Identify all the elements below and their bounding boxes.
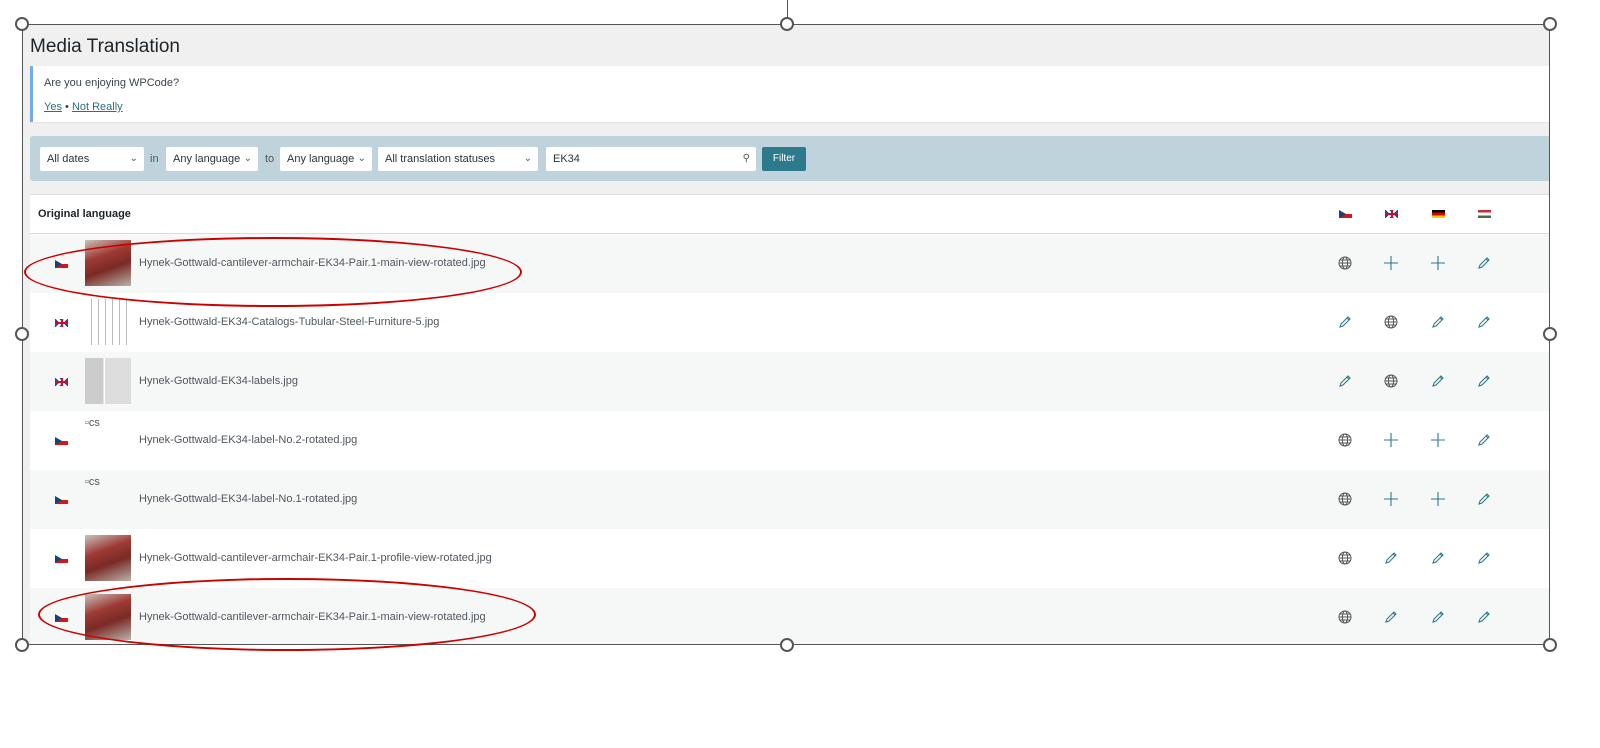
file-name[interactable]: Hynek-Gottwald-EK34-Catalogs-Tubular-Ste…: [139, 316, 439, 328]
in-label: in: [150, 153, 159, 165]
separator: •: [65, 101, 69, 113]
table-row: ▫cs Hynek-Gottwald-EK34-label-No.2-rotate…: [30, 411, 1550, 470]
flag-hu-icon: [1478, 210, 1491, 218]
edit-translation-icon[interactable]: [1477, 492, 1491, 506]
edit-translation-icon[interactable]: [1477, 610, 1491, 624]
chevron-down-icon: ⌄: [357, 153, 366, 164]
globe-icon[interactable]: [1338, 610, 1352, 624]
original-language-flag-gb-icon: [55, 378, 68, 386]
table-header: Original language: [30, 195, 1550, 234]
image-alt-text: cs: [88, 417, 100, 429]
annotation-ellipse: [24, 237, 522, 307]
from-language-value: Any language: [173, 153, 241, 165]
file-name[interactable]: Hynek-Gottwald-cantilever-armchair-EK34-…: [139, 552, 492, 564]
feedback-notice: Are you enjoying WPCode? Yes • Not Reall…: [30, 66, 1550, 122]
to-language-value: Any language: [287, 153, 355, 165]
to-language-select[interactable]: Any language ⌄: [280, 147, 372, 171]
dates-value: All dates: [47, 153, 90, 165]
flag-gb-icon: [1385, 210, 1398, 218]
flag-de-icon: [1432, 210, 1445, 218]
edit-translation-icon[interactable]: [1338, 315, 1352, 329]
chevron-down-icon: ⌄: [523, 153, 532, 164]
notice-question: Are you enjoying WPCode?: [44, 77, 180, 89]
file-name[interactable]: Hynek-Gottwald-EK34-labels.jpg: [139, 375, 298, 387]
resize-handle[interactable]: [15, 327, 29, 341]
add-translation-icon[interactable]: [1431, 433, 1445, 447]
edit-translation-icon[interactable]: [1384, 551, 1398, 565]
add-translation-icon[interactable]: [1431, 256, 1445, 270]
annotation-ellipse: [38, 578, 536, 651]
original-language-flag-cz-icon: [55, 555, 68, 563]
thumbnail-catalog[interactable]: [85, 299, 131, 345]
thumbnail-chair[interactable]: [85, 535, 131, 581]
edit-translation-icon[interactable]: [1477, 374, 1491, 388]
flag-cz-icon: [1339, 210, 1352, 218]
original-language-header: Original language: [38, 208, 131, 220]
resize-handle[interactable]: [1543, 17, 1557, 31]
not-really-link[interactable]: Not Really: [72, 101, 123, 113]
dates-select[interactable]: All dates ⌄: [40, 147, 144, 171]
globe-icon[interactable]: [1338, 433, 1352, 447]
from-language-select[interactable]: Any language ⌄: [166, 147, 258, 171]
filter-button[interactable]: Filter: [762, 147, 806, 171]
search-icon: ⚲: [742, 153, 750, 164]
edit-translation-icon[interactable]: [1431, 374, 1445, 388]
add-translation-icon[interactable]: [1384, 492, 1398, 506]
broken-image-icon[interactable]: ▫cs: [85, 417, 100, 429]
globe-icon[interactable]: [1338, 492, 1352, 506]
to-label: to: [265, 153, 275, 165]
table-row: ▫cs Hynek-Gottwald-EK34-label-No.1-rotate…: [30, 470, 1550, 529]
edit-translation-icon[interactable]: [1477, 315, 1491, 329]
edit-translation-icon[interactable]: [1431, 551, 1445, 565]
image-alt-text: cs: [88, 476, 100, 488]
add-translation-icon[interactable]: [1384, 433, 1398, 447]
globe-icon[interactable]: [1338, 551, 1352, 565]
original-language-flag-cz-icon: [55, 437, 68, 445]
search-input[interactable]: EK34 ⚲: [546, 147, 756, 171]
edit-translation-icon[interactable]: [1477, 256, 1491, 270]
resize-handle[interactable]: [15, 638, 29, 652]
resize-handle[interactable]: [1543, 327, 1557, 341]
file-name[interactable]: Hynek-Gottwald-EK34-label-No.1-rotated.j…: [139, 493, 357, 505]
table-row: Hynek-Gottwald-EK34-labels.jpg: [30, 352, 1550, 411]
search-value: EK34: [553, 153, 580, 165]
globe-icon[interactable]: [1384, 315, 1398, 329]
edit-translation-icon[interactable]: [1338, 374, 1352, 388]
filter-bar: All dates ⌄ in Any language ⌄ to Any langu…: [30, 136, 1550, 181]
resize-handle[interactable]: [780, 638, 794, 652]
globe-icon[interactable]: [1338, 256, 1352, 270]
globe-icon[interactable]: [1384, 374, 1398, 388]
add-translation-icon[interactable]: [1431, 492, 1445, 506]
edit-translation-icon[interactable]: [1384, 610, 1398, 624]
chevron-down-icon: ⌄: [129, 153, 138, 164]
broken-image-icon[interactable]: ▫cs: [85, 476, 100, 488]
original-language-flag-gb-icon: [55, 319, 68, 327]
original-language-flag-cz-icon: [55, 496, 68, 504]
resize-handle[interactable]: [1543, 638, 1557, 652]
edit-translation-icon[interactable]: [1431, 610, 1445, 624]
edit-translation-icon[interactable]: [1477, 551, 1491, 565]
edit-translation-icon[interactable]: [1431, 315, 1445, 329]
resize-handle[interactable]: [780, 17, 794, 31]
yes-link[interactable]: Yes: [44, 101, 62, 113]
add-translation-icon[interactable]: [1384, 256, 1398, 270]
resize-handle[interactable]: [15, 17, 29, 31]
file-name[interactable]: Hynek-Gottwald-EK34-label-No.2-rotated.j…: [139, 434, 357, 446]
thumbnail-labels[interactable]: [85, 358, 131, 404]
screenshot-image: Media Translation Are you enjoying WPCod…: [22, 24, 1550, 645]
edit-translation-icon[interactable]: [1477, 433, 1491, 447]
page-title: Media Translation: [30, 36, 180, 57]
status-value: All translation statuses: [385, 153, 496, 165]
status-select[interactable]: All translation statuses ⌄: [378, 147, 538, 171]
chevron-down-icon: ⌄: [243, 153, 252, 164]
